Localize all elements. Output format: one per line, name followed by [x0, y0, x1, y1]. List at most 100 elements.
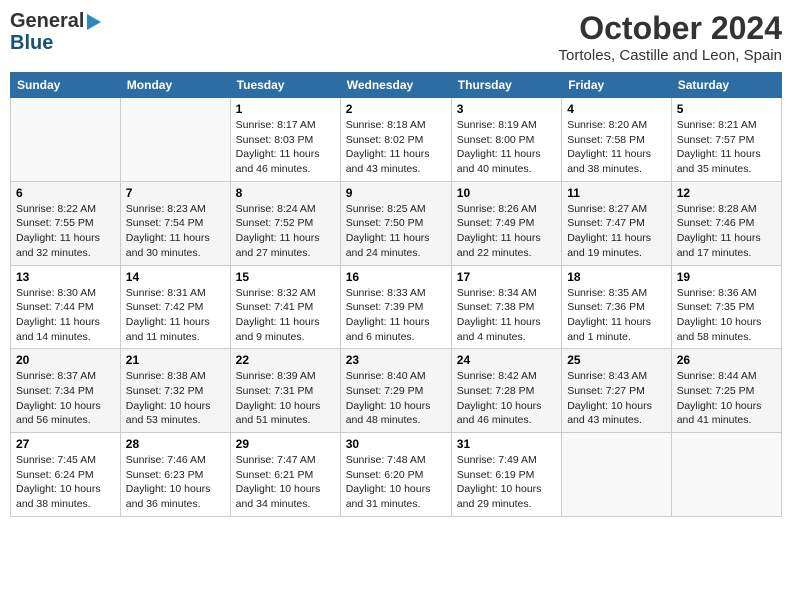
day-info: Sunrise: 7:45 AM Sunset: 6:24 PM Dayligh…: [16, 453, 115, 512]
day-info: Sunrise: 8:19 AM Sunset: 8:00 PM Dayligh…: [457, 118, 556, 177]
day-number: 9: [346, 186, 446, 200]
day-info: Sunrise: 8:30 AM Sunset: 7:44 PM Dayligh…: [16, 286, 115, 345]
calendar-cell: 19 Sunrise: 8:36 AM Sunset: 7:35 PM Dayli…: [671, 265, 781, 349]
weekday-header: Thursday: [451, 73, 561, 98]
calendar-cell: 22 Sunrise: 8:39 AM Sunset: 7:31 PM Dayli…: [230, 349, 340, 433]
calendar-week-row: 27 Sunrise: 7:45 AM Sunset: 6:24 PM Dayli…: [11, 433, 782, 517]
day-number: 12: [677, 186, 776, 200]
day-info: Sunrise: 8:40 AM Sunset: 7:29 PM Dayligh…: [346, 369, 446, 428]
calendar-cell: [671, 433, 781, 517]
calendar-week-row: 6 Sunrise: 8:22 AM Sunset: 7:55 PM Daylig…: [11, 181, 782, 265]
day-number: 28: [126, 437, 225, 451]
day-info: Sunrise: 8:25 AM Sunset: 7:50 PM Dayligh…: [346, 202, 446, 261]
day-number: 22: [236, 353, 335, 367]
day-number: 10: [457, 186, 556, 200]
calendar-cell: 14Sunrise: 8:31 AM Sunset: 7:42 PM Dayli…: [120, 265, 230, 349]
day-info: Sunrise: 8:37 AM Sunset: 7:34 PM Dayligh…: [16, 369, 115, 428]
day-info: Sunrise: 7:47 AM Sunset: 6:21 PM Dayligh…: [236, 453, 335, 512]
calendar-cell: 9 Sunrise: 8:25 AM Sunset: 7:50 PM Daylig…: [340, 181, 451, 265]
calendar-cell: 8Sunrise: 8:24 AM Sunset: 7:52 PM Daylig…: [230, 181, 340, 265]
calendar-cell: [11, 98, 121, 182]
day-number: 23: [346, 353, 446, 367]
day-number: 21: [126, 353, 225, 367]
calendar-table: SundayMondayTuesdayWednesdayThursdayFrid…: [10, 72, 782, 517]
logo-general: General: [10, 10, 84, 32]
day-info: Sunrise: 8:38 AM Sunset: 7:32 PM Dayligh…: [126, 369, 225, 428]
calendar-week-row: 1 Sunrise: 8:17 AM Sunset: 8:03 PM Daylig…: [11, 98, 782, 182]
weekday-header: Monday: [120, 73, 230, 98]
calendar-cell: 12 Sunrise: 8:28 AM Sunset: 7:46 PM Dayli…: [671, 181, 781, 265]
calendar-cell: 3 Sunrise: 8:19 AM Sunset: 8:00 PM Daylig…: [451, 98, 561, 182]
day-info: Sunrise: 8:33 AM Sunset: 7:39 PM Dayligh…: [346, 286, 446, 345]
day-number: 19: [677, 270, 776, 284]
calendar-cell: 31 Sunrise: 7:49 AM Sunset: 6:19 PM Dayli…: [451, 433, 561, 517]
day-info: Sunrise: 8:36 AM Sunset: 7:35 PM Dayligh…: [677, 286, 776, 345]
day-info: Sunrise: 8:31 AM Sunset: 7:42 PM Dayligh…: [126, 286, 225, 345]
calendar-cell: 18Sunrise: 8:35 AM Sunset: 7:36 PM Dayli…: [562, 265, 672, 349]
calendar-cell: 7 Sunrise: 8:23 AM Sunset: 7:54 PM Daylig…: [120, 181, 230, 265]
day-number: 31: [457, 437, 556, 451]
calendar-cell: [562, 433, 672, 517]
day-number: 4: [567, 102, 666, 116]
calendar-cell: 6 Sunrise: 8:22 AM Sunset: 7:55 PM Daylig…: [11, 181, 121, 265]
day-number: 17: [457, 270, 556, 284]
day-number: 2: [346, 102, 446, 116]
day-info: Sunrise: 8:44 AM Sunset: 7:25 PM Dayligh…: [677, 369, 776, 428]
day-number: 24: [457, 353, 556, 367]
logo-arrow: [87, 14, 101, 30]
day-info: Sunrise: 8:23 AM Sunset: 7:54 PM Dayligh…: [126, 202, 225, 261]
calendar-cell: 17 Sunrise: 8:34 AM Sunset: 7:38 PM Dayli…: [451, 265, 561, 349]
day-number: 3: [457, 102, 556, 116]
calendar-cell: 15Sunrise: 8:32 AM Sunset: 7:41 PM Dayli…: [230, 265, 340, 349]
weekday-header: Saturday: [671, 73, 781, 98]
day-info: Sunrise: 8:34 AM Sunset: 7:38 PM Dayligh…: [457, 286, 556, 345]
day-info: Sunrise: 8:39 AM Sunset: 7:31 PM Dayligh…: [236, 369, 335, 428]
day-number: 25: [567, 353, 666, 367]
weekday-header: Tuesday: [230, 73, 340, 98]
day-info: Sunrise: 8:42 AM Sunset: 7:28 PM Dayligh…: [457, 369, 556, 428]
day-info: Sunrise: 8:18 AM Sunset: 8:02 PM Dayligh…: [346, 118, 446, 177]
day-info: Sunrise: 8:43 AM Sunset: 7:27 PM Dayligh…: [567, 369, 666, 428]
day-number: 30: [346, 437, 446, 451]
weekday-header: Wednesday: [340, 73, 451, 98]
calendar-cell: 1 Sunrise: 8:17 AM Sunset: 8:03 PM Daylig…: [230, 98, 340, 182]
day-info: Sunrise: 8:20 AM Sunset: 7:58 PM Dayligh…: [567, 118, 666, 177]
day-number: 18: [567, 270, 666, 284]
logo-blue: Blue: [10, 32, 53, 54]
day-number: 27: [16, 437, 115, 451]
day-number: 26: [677, 353, 776, 367]
day-info: Sunrise: 8:17 AM Sunset: 8:03 PM Dayligh…: [236, 118, 335, 177]
day-number: 16: [346, 270, 446, 284]
calendar-cell: [120, 98, 230, 182]
weekday-header: Sunday: [11, 73, 121, 98]
calendar-cell: 10 Sunrise: 8:26 AM Sunset: 7:49 PM Dayli…: [451, 181, 561, 265]
day-info: Sunrise: 8:26 AM Sunset: 7:49 PM Dayligh…: [457, 202, 556, 261]
day-number: 7: [126, 186, 225, 200]
calendar-cell: 24 Sunrise: 8:42 AM Sunset: 7:28 PM Dayli…: [451, 349, 561, 433]
day-number: 15: [236, 270, 335, 284]
day-number: 29: [236, 437, 335, 451]
calendar-cell: 5Sunrise: 8:21 AM Sunset: 7:57 PM Daylig…: [671, 98, 781, 182]
logo: General Blue: [10, 10, 101, 54]
day-info: Sunrise: 8:28 AM Sunset: 7:46 PM Dayligh…: [677, 202, 776, 261]
weekday-header: Friday: [562, 73, 672, 98]
calendar-week-row: 20Sunrise: 8:37 AM Sunset: 7:34 PM Dayli…: [11, 349, 782, 433]
day-number: 1: [236, 102, 335, 116]
calendar-cell: 28 Sunrise: 7:46 AM Sunset: 6:23 PM Dayli…: [120, 433, 230, 517]
calendar-cell: 30 Sunrise: 7:48 AM Sunset: 6:20 PM Dayli…: [340, 433, 451, 517]
calendar-cell: 23 Sunrise: 8:40 AM Sunset: 7:29 PM Dayli…: [340, 349, 451, 433]
day-info: Sunrise: 8:27 AM Sunset: 7:47 PM Dayligh…: [567, 202, 666, 261]
header: General Blue October 2024 Tortoles, Cast…: [10, 10, 782, 64]
day-info: Sunrise: 8:22 AM Sunset: 7:55 PM Dayligh…: [16, 202, 115, 261]
calendar-header-row: SundayMondayTuesdayWednesdayThursdayFrid…: [11, 73, 782, 98]
day-info: Sunrise: 7:49 AM Sunset: 6:19 PM Dayligh…: [457, 453, 556, 512]
calendar-cell: 20Sunrise: 8:37 AM Sunset: 7:34 PM Dayli…: [11, 349, 121, 433]
calendar-cell: 11Sunrise: 8:27 AM Sunset: 7:47 PM Dayli…: [562, 181, 672, 265]
day-info: Sunrise: 7:48 AM Sunset: 6:20 PM Dayligh…: [346, 453, 446, 512]
day-number: 6: [16, 186, 115, 200]
day-info: Sunrise: 7:46 AM Sunset: 6:23 PM Dayligh…: [126, 453, 225, 512]
calendar-cell: 25 Sunrise: 8:43 AM Sunset: 7:27 PM Dayli…: [562, 349, 672, 433]
calendar-cell: 29 Sunrise: 7:47 AM Sunset: 6:21 PM Dayli…: [230, 433, 340, 517]
day-number: 5: [677, 102, 776, 116]
calendar-cell: 16 Sunrise: 8:33 AM Sunset: 7:39 PM Dayli…: [340, 265, 451, 349]
